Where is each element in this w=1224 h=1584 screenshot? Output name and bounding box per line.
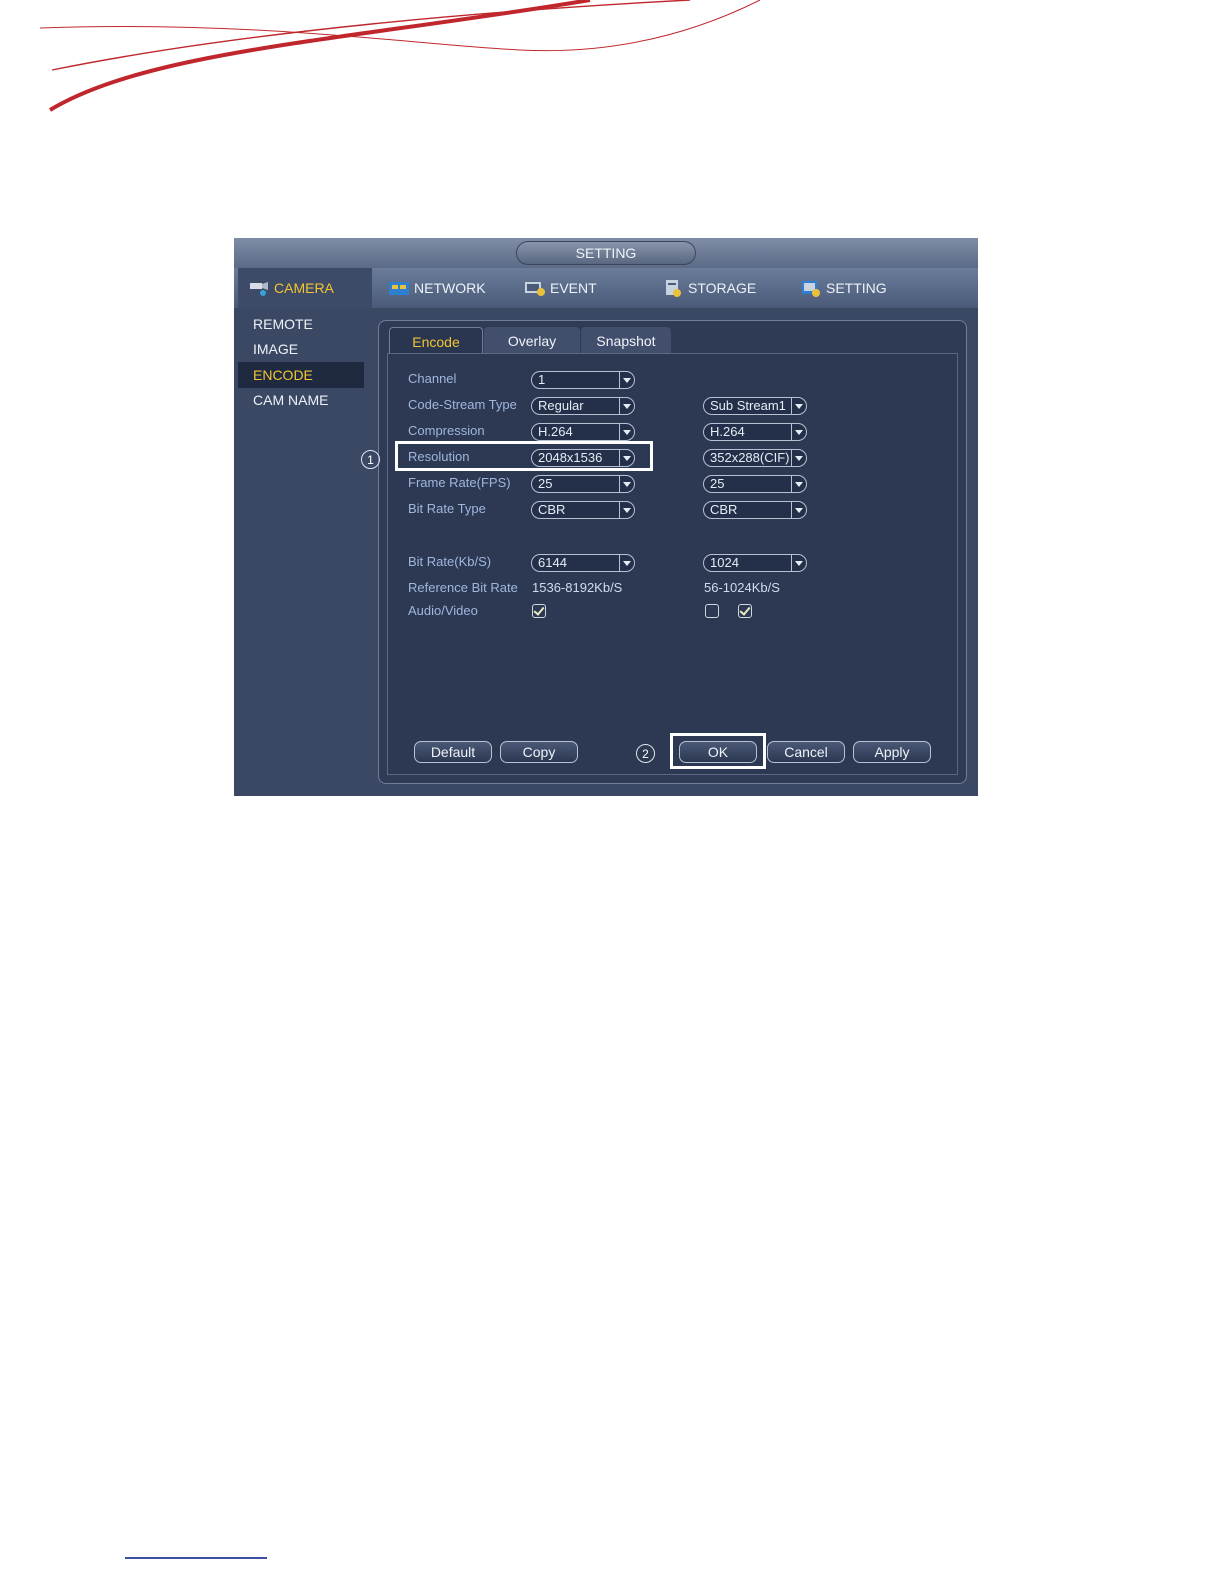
- sub-resolution-value: 352x288(CIF): [710, 450, 790, 465]
- tab-encode[interactable]: Encode: [389, 327, 483, 356]
- copy-button[interactable]: Copy: [500, 741, 578, 763]
- step-one-marker: 1: [361, 450, 380, 469]
- sidebar-item-cam-name[interactable]: CAM NAME: [238, 387, 364, 413]
- chevron-down-icon: [791, 555, 806, 571]
- sub-bit-rate-select[interactable]: 1024: [703, 554, 807, 572]
- frame-rate-value: 25: [538, 476, 553, 491]
- sub-bit-rate-type-value: CBR: [710, 502, 738, 517]
- menu-setting[interactable]: SETTING: [800, 268, 887, 308]
- tab-snapshot[interactable]: Snapshot: [581, 327, 671, 355]
- tab-overlay[interactable]: Overlay: [484, 327, 580, 355]
- window-title: SETTING: [516, 241, 696, 265]
- chevron-down-icon: [791, 476, 806, 492]
- chevron-down-icon: [791, 398, 806, 414]
- code-stream-type-value: Regular: [538, 398, 584, 413]
- bit-rate-value: 6144: [538, 555, 567, 570]
- cancel-button[interactable]: Cancel: [767, 741, 845, 763]
- sub-compression-value: H.264: [710, 424, 745, 439]
- menu-network[interactable]: NETWORK: [388, 268, 486, 308]
- menu-camera-label: CAMERA: [274, 280, 334, 296]
- footer-link-underline: [125, 1557, 267, 1559]
- code-stream-type-label: Code-Stream Type: [408, 397, 517, 412]
- apply-button[interactable]: Apply: [853, 741, 931, 763]
- header-swoosh-decoration: [39, 0, 761, 112]
- default-button[interactable]: Default: [414, 741, 492, 763]
- channel-value: 1: [538, 372, 546, 387]
- camera-icon: [248, 279, 270, 297]
- sub-stream-enable-checkbox[interactable]: [705, 604, 719, 618]
- dvr-settings-window: SETTING CAMERA NETWORK EVENT STORAGE SET…: [234, 238, 978, 796]
- storage-icon: [662, 279, 684, 297]
- sub-resolution-select[interactable]: 352x288(CIF): [703, 449, 807, 467]
- audio-video-label: Audio/Video: [408, 603, 478, 618]
- step-two-marker: 2: [636, 744, 655, 763]
- compression-value: H.264: [538, 424, 573, 439]
- chevron-down-icon: [619, 424, 634, 440]
- chevron-down-icon: [791, 450, 806, 466]
- code-stream-type-select[interactable]: Regular: [531, 397, 635, 415]
- menu-network-label: NETWORK: [414, 280, 486, 296]
- sub-audio-video-checkbox[interactable]: [738, 604, 752, 618]
- sub-compression-select[interactable]: H.264: [703, 423, 807, 441]
- network-icon: [388, 279, 410, 297]
- menu-event[interactable]: EVENT: [524, 268, 597, 308]
- sub-frame-rate-select[interactable]: 25: [703, 475, 807, 493]
- chevron-down-icon: [619, 476, 634, 492]
- bit-rate-select[interactable]: 6144: [531, 554, 635, 572]
- bit-rate-type-select[interactable]: CBR: [531, 501, 635, 519]
- main-menu-bar: CAMERA NETWORK EVENT STORAGE SETTING: [234, 268, 978, 308]
- chevron-down-icon: [619, 555, 634, 571]
- menu-setting-label: SETTING: [826, 280, 887, 296]
- sidebar-item-remote[interactable]: REMOTE: [238, 311, 364, 337]
- encode-form: Channel Code-Stream Type Compression Res…: [387, 353, 958, 775]
- chevron-down-icon: [619, 372, 634, 388]
- sub-stream-select[interactable]: Sub Stream1: [703, 397, 807, 415]
- chevron-down-icon: [619, 398, 634, 414]
- title-bar: SETTING: [234, 238, 978, 268]
- sidebar: REMOTE IMAGE ENCODE CAM NAME: [234, 308, 372, 796]
- channel-label: Channel: [408, 371, 457, 386]
- menu-storage-label: STORAGE: [688, 280, 757, 296]
- chevron-down-icon: [791, 502, 806, 518]
- sidebar-item-image[interactable]: IMAGE: [238, 336, 364, 362]
- sub-bit-rate-value: 1024: [710, 555, 739, 570]
- bit-rate-type-label: Bit Rate Type: [408, 501, 486, 516]
- encode-panel: Encode Overlay Snapshot Channel Code-Str…: [378, 320, 967, 784]
- frame-rate-label: Frame Rate(FPS): [408, 475, 511, 490]
- resolution-highlight-box: [395, 441, 653, 471]
- sub-stream-value: Sub Stream1: [710, 398, 786, 413]
- frame-rate-select[interactable]: 25: [531, 475, 635, 493]
- menu-camera[interactable]: CAMERA: [238, 268, 372, 308]
- sub-frame-rate-value: 25: [710, 476, 725, 491]
- event-icon: [524, 279, 546, 297]
- sub-bit-rate-type-select[interactable]: CBR: [703, 501, 807, 519]
- bit-rate-label: Bit Rate(Kb/S): [408, 554, 492, 569]
- chevron-down-icon: [619, 502, 634, 518]
- compression-select[interactable]: H.264: [531, 423, 635, 441]
- bit-rate-type-value: CBR: [538, 502, 566, 517]
- menu-storage[interactable]: STORAGE: [662, 268, 756, 308]
- reference-bit-rate-label: Reference Bit Rate: [408, 580, 518, 595]
- reference-bit-rate-sub: 56-1024Kb/S: [704, 580, 780, 595]
- chevron-down-icon: [791, 424, 806, 440]
- main-audio-video-checkbox[interactable]: [532, 604, 546, 618]
- gear-icon: [800, 279, 822, 297]
- menu-event-label: EVENT: [550, 280, 597, 296]
- compression-label: Compression: [408, 423, 485, 438]
- reference-bit-rate-main: 1536-8192Kb/S: [532, 580, 623, 595]
- sidebar-item-encode[interactable]: ENCODE: [238, 362, 364, 388]
- ok-highlight-box: [670, 733, 766, 769]
- channel-select[interactable]: 1: [531, 371, 635, 389]
